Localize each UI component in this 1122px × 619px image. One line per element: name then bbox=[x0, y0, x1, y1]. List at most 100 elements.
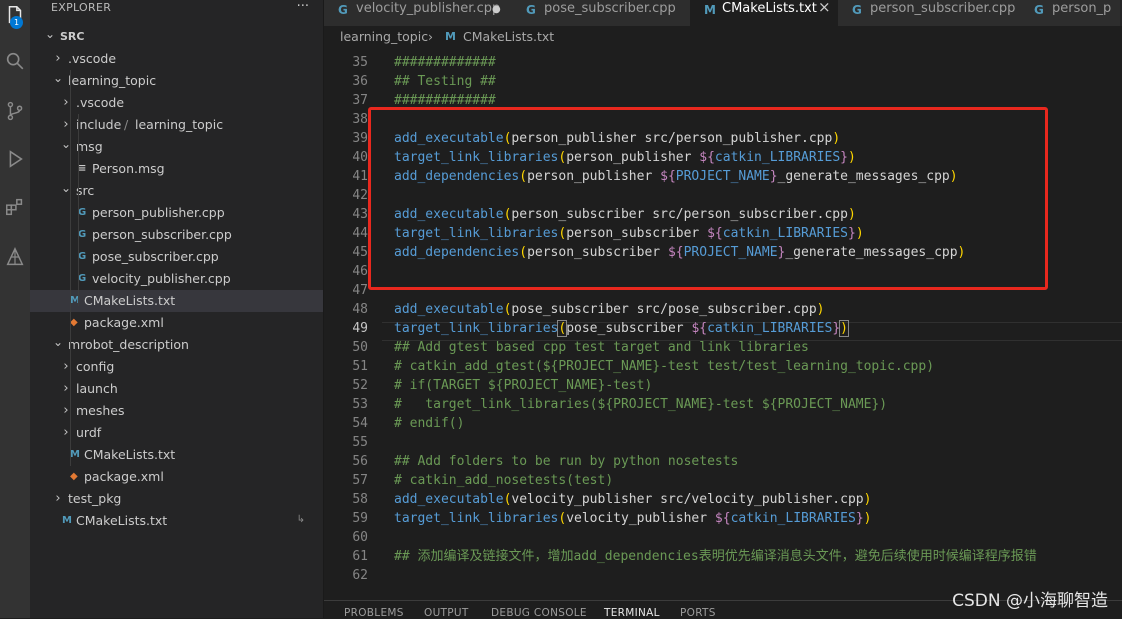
code-token: ) bbox=[863, 492, 872, 507]
chevron-down-icon: ⌄ bbox=[44, 27, 56, 41]
activity-bar: 1 bbox=[0, 0, 30, 618]
ros-icon[interactable] bbox=[0, 242, 30, 272]
close-icon[interactable]: × bbox=[818, 0, 831, 16]
line-number: 47 bbox=[352, 283, 368, 298]
code-line[interactable]: add_executable(velocity_publisher src/ve… bbox=[394, 490, 871, 509]
xml-file-icon: ◆ bbox=[70, 317, 78, 328]
code-line[interactable]: ## Add folders to be run by python noset… bbox=[394, 452, 738, 471]
code-line[interactable]: # if(TARGET ${PROJECT_NAME}-test) bbox=[394, 376, 652, 395]
panel-tab-problems[interactable]: PROBLEMS bbox=[344, 607, 404, 619]
code-editor[interactable]: 35 ############# 36 ## Testing ## 37 ########… bbox=[324, 48, 1122, 600]
tree-folder[interactable]: ⌄ src bbox=[30, 180, 323, 202]
path-separator: / bbox=[124, 117, 129, 132]
tab-pose-subscriber-cpp[interactable]: Gpose_subscriber.cpp bbox=[512, 0, 691, 26]
code-line[interactable]: ############# bbox=[394, 53, 496, 72]
panel-tab-terminal[interactable]: TERMINAL bbox=[604, 607, 660, 619]
line-number: 57 bbox=[352, 473, 368, 488]
tab-cmakelists-txt[interactable]: M CMakeLists.txt × bbox=[690, 0, 839, 26]
line-number: 46 bbox=[352, 264, 368, 279]
code-token: ${ bbox=[691, 321, 708, 336]
code-line[interactable]: target_link_libraries(pose_subscriber ${… bbox=[394, 319, 849, 338]
tab-person-p[interactable]: Gperson_p bbox=[1020, 0, 1121, 26]
tree-file[interactable]: ◆ package.xml bbox=[30, 466, 323, 488]
tree-item-label: person_subscriber.cpp bbox=[92, 227, 232, 242]
tree-folder[interactable]: › test_pkg bbox=[30, 488, 323, 510]
line-number: 55 bbox=[352, 435, 368, 450]
code-line[interactable]: add_executable(pose_subscriber src/pose_… bbox=[394, 300, 824, 319]
explorer-icon[interactable]: 1 bbox=[0, 0, 30, 30]
indent-guide bbox=[78, 114, 79, 306]
tree-file[interactable]: Gperson_publisher.cpp bbox=[30, 202, 323, 224]
tab-label: CMakeLists.txt bbox=[722, 1, 817, 16]
breadcrumb-file[interactable]: CMakeLists.txt bbox=[463, 26, 554, 48]
tree-item-label: config bbox=[76, 359, 115, 374]
tree-folder[interactable]: › config bbox=[30, 356, 323, 378]
code-token: ############# bbox=[394, 93, 496, 108]
tab-person-subscriber-cpp[interactable]: Gperson_subscriber.cpp bbox=[838, 0, 1021, 26]
tree-folder[interactable]: › meshes bbox=[30, 400, 323, 422]
code-line[interactable]: # catkin_add_nosetests(test) bbox=[394, 471, 613, 490]
code-line[interactable]: target_link_libraries(velocity_publisher… bbox=[394, 509, 871, 528]
code-token: add_executable bbox=[394, 492, 504, 507]
code-token: catkin_LIBRARIES bbox=[707, 321, 833, 336]
code-line[interactable]: # target_link_libraries(${PROJECT_NAME}-… bbox=[394, 395, 887, 414]
git-status-icon: ↳ bbox=[296, 514, 305, 525]
code-token: ## Add gtest based cpp test target and l… bbox=[394, 340, 809, 355]
code-line[interactable]: ## Testing ## bbox=[394, 72, 496, 91]
tree-folder[interactable]: › .vscode bbox=[30, 92, 323, 114]
tree-file[interactable]: Gpose_subscriber.cpp bbox=[30, 246, 323, 268]
panel-tab-output[interactable]: OUTPUT bbox=[424, 607, 469, 619]
tree-item-label: urdf bbox=[76, 425, 102, 440]
tree-file[interactable]: Gperson_subscriber.cpp bbox=[30, 224, 323, 246]
tree-file[interactable]: ◆ package.xml bbox=[30, 312, 323, 334]
chevron-down-icon: ⌄ bbox=[52, 71, 64, 85]
explorer-title: EXPLORER bbox=[51, 1, 112, 14]
run-debug-icon[interactable] bbox=[0, 144, 30, 174]
highlight-box bbox=[368, 107, 1048, 290]
tab-velocity-publisher-cpp[interactable]: Gvelocity_publisher.cpp ● bbox=[324, 0, 513, 26]
tree-file[interactable]: M CMakeLists.txt bbox=[30, 290, 323, 312]
panel-tab-ports[interactable]: PORTS bbox=[680, 607, 716, 619]
tree-folder[interactable]: › include / learning_topic bbox=[30, 114, 323, 136]
tree-folder[interactable]: ⌄ learning_topic bbox=[30, 70, 323, 92]
line-number: 61 bbox=[352, 549, 368, 564]
unsaved-dot-icon[interactable]: ● bbox=[492, 1, 501, 19]
tree-folder[interactable]: › launch bbox=[30, 378, 323, 400]
cpp-file-icon: G bbox=[338, 3, 348, 17]
tree-file[interactable]: Gvelocity_publisher.cpp bbox=[30, 268, 323, 290]
tree-file[interactable]: ≡ Person.msg bbox=[30, 158, 323, 180]
tree-file[interactable]: M CMakeLists.txt bbox=[30, 444, 323, 466]
chevron-right-icon: › bbox=[55, 491, 61, 506]
breadcrumb-folder[interactable]: learning_topic bbox=[340, 26, 428, 48]
tab-label: velocity_publisher.cpp bbox=[356, 1, 501, 16]
tree-folder[interactable]: › urdf bbox=[30, 422, 323, 444]
line-number: 45 bbox=[352, 245, 368, 260]
cpp-file-icon: G bbox=[78, 251, 87, 262]
tree-folder[interactable]: › .vscode bbox=[30, 48, 323, 70]
line-number: 54 bbox=[352, 416, 368, 431]
code-token: # catkin_add_nosetests(test) bbox=[394, 473, 614, 488]
tree-item-label: launch bbox=[76, 381, 118, 396]
line-number: 43 bbox=[352, 207, 368, 222]
code-line[interactable]: # endif() bbox=[394, 414, 464, 433]
code-line[interactable]: ## 添加编译及链接文件，增加add_dependencies表明优先编译消息头… bbox=[394, 547, 1037, 566]
tree-item-label: .vscode bbox=[76, 95, 125, 110]
source-control-icon[interactable] bbox=[0, 96, 30, 126]
more-actions-icon[interactable]: ··· bbox=[297, 0, 309, 14]
extensions-icon[interactable] bbox=[0, 192, 30, 222]
tree-folder[interactable]: ⌄ mrobot_description bbox=[30, 334, 323, 356]
cmake-file-icon: M bbox=[704, 3, 716, 17]
tree-root[interactable]: ⌄ SRC bbox=[30, 26, 323, 48]
code-token: # if(TARGET ${PROJECT_NAME}-test) bbox=[394, 378, 653, 393]
msg-file-icon: ≡ bbox=[78, 163, 87, 174]
code-line[interactable]: # catkin_add_gtest(${PROJECT_NAME}-test … bbox=[394, 357, 934, 376]
panel-tab-debug-console[interactable]: DEBUG CONSOLE bbox=[491, 607, 587, 619]
tree-file[interactable]: M CMakeLists.txt bbox=[30, 510, 323, 532]
search-icon[interactable] bbox=[0, 46, 30, 76]
tree-folder[interactable]: ⌄ msg bbox=[30, 136, 323, 158]
code-token: # catkin_add_gtest(${PROJECT_NAME}-test … bbox=[394, 359, 935, 374]
code-line[interactable]: ## Add gtest based cpp test target and l… bbox=[394, 338, 809, 357]
tree-item-label: velocity_publisher.cpp bbox=[92, 271, 231, 286]
line-number: 35 bbox=[352, 55, 368, 70]
tree-item-label: CMakeLists.txt bbox=[76, 513, 168, 528]
